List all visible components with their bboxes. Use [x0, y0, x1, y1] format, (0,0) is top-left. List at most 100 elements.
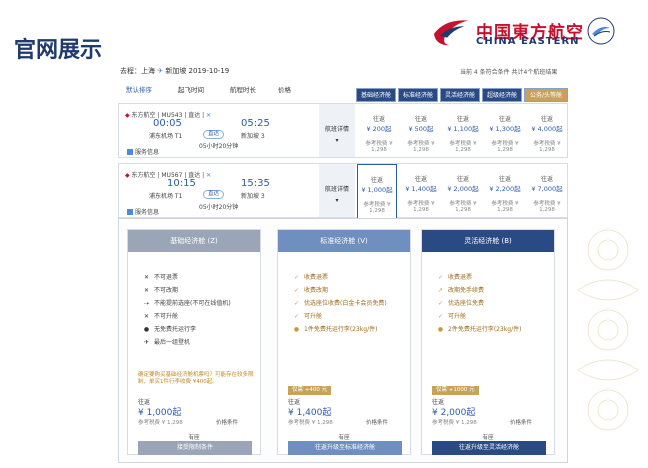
upgrade-flex-button[interactable]: 往返升级至灵活经济舱: [432, 441, 546, 455]
check-icon: ✓: [293, 313, 300, 320]
result-count: 当前 4 条符合条件 共计4个航班结果: [460, 69, 558, 76]
price-cell[interactable]: 往返 ¥ 4,000起 参考税费 ¥ 1,298: [527, 104, 567, 157]
fare-feature: ● 2件免费托运行李(23kg/件): [437, 326, 522, 333]
fare-card-flex: 灵活经济舱 (B) ✓ 收费退票 ↗ 改期免手续费 ✓ 优选座位免费 ✓ 可升舱 ● 2件…: [421, 229, 555, 455]
airline-logo-icon: ◆: [125, 112, 130, 119]
seat-availability: 有座: [338, 435, 350, 441]
fare-feature: ✈ 最后一组登机: [143, 339, 191, 346]
departure-airport: 浦东机场 T1: [149, 133, 183, 140]
price-cell[interactable]: 往返 ¥ 1,400起 参考税费 ¥ 1,298: [401, 164, 441, 217]
tab-premium-economy[interactable]: 超级经济舱: [482, 88, 522, 102]
upgrade-price-badge: 仅需 +400 元: [288, 386, 332, 395]
fare-price: ¥ 1,400起: [288, 408, 332, 418]
fare-tax: 参考税费 ¥ 1,298: [138, 420, 183, 426]
skyteam-logo-icon: [587, 17, 615, 45]
fare-card-title: 标准经济舱 (V): [278, 230, 410, 252]
flight-detail-toggle[interactable]: 航班详情 ▾: [319, 104, 355, 157]
fare-feature: ✓ 可升舱: [293, 313, 323, 320]
fare-conditions-link[interactable]: 价格条件: [510, 418, 532, 426]
check-icon: ✓: [437, 274, 444, 281]
fare-feature: ● 无免费托运行李: [143, 326, 197, 333]
tab-standard-economy[interactable]: 标准经济舱: [398, 88, 438, 102]
seat-availability: 有座: [188, 435, 200, 441]
fare-card-basic: 基础经济舱 (Z) ✕ 不可退票 ✕ 不可改期 ⇢ 不能提前选座(不可在线值机) ✕ 不…: [127, 229, 261, 455]
arrival-time: 05:25: [241, 118, 270, 129]
flight-duration: 05小时20分钟: [199, 143, 239, 150]
check-icon: ✓: [437, 313, 444, 320]
departure-time: 10:15: [167, 178, 196, 189]
fare-price: ¥ 2,000起: [432, 408, 476, 418]
fare-card-title: 基础经济舱 (Z): [128, 230, 260, 252]
slide-title: 官网展示: [14, 38, 103, 63]
china-eastern-logo-icon: [433, 20, 469, 46]
fare-feature: ⇢ 不能提前选座(不可在线值机): [143, 300, 231, 307]
direct-badge: 直达: [203, 190, 225, 199]
fare-feature: ✓ 收费退票: [293, 274, 329, 281]
decorative-pattern: [577, 229, 639, 431]
fare-feature: ✕ 不可升舱: [143, 313, 179, 320]
price-cell[interactable]: 往返 ¥ 2,200起 参考税费 ¥ 1,298: [485, 164, 525, 217]
luggage-icon: ●: [437, 326, 444, 333]
fare-tax: 参考税费 ¥ 1,298: [288, 420, 333, 426]
route-summary: 去程：上海 ✈ 新加坡 2019-10-19: [120, 67, 230, 75]
fare-card-title: 灵活经济舱 (B): [422, 230, 554, 252]
plane-icon: ✈: [143, 339, 150, 346]
fare-price: ¥ 1,000起: [138, 408, 182, 418]
fare-feature: ✕ 不可改期: [143, 287, 179, 294]
tab-flex-economy[interactable]: 灵活经济舱: [440, 88, 480, 102]
service-info-link[interactable]: 服务信息: [127, 147, 159, 156]
departure-airport: 浦东机场 T1: [149, 193, 183, 200]
luggage-icon: ●: [293, 326, 300, 333]
cross-icon: ✕: [143, 313, 150, 320]
check-icon: ✓: [437, 300, 444, 307]
fare-feature: ✓ 优选座位收费(白金卡会员免费): [293, 300, 387, 307]
flight-row[interactable]: ◆ 东方航空 | MU567 | 直达 | ✕ 10:15 15:35 浦东机场…: [118, 163, 568, 218]
check-icon: ✓: [293, 274, 300, 281]
sort-departure[interactable]: 起飞时间: [178, 84, 204, 96]
info-icon: [127, 209, 133, 215]
arrival-airport: 新加坡 3: [241, 133, 265, 140]
cross-icon: ✕: [143, 287, 150, 294]
upgrade-standard-button[interactable]: 往返升级至标准经济舱: [288, 441, 402, 455]
upgrade-price-badge: 仅需 +1000 元: [432, 386, 479, 395]
fare-feature: ✓ 收费改期: [293, 287, 329, 294]
fare-warning-note: 确定要购买基础经济舱机票吗？可能存在较多限制，单买1件行李收费 ¥400起。: [138, 372, 254, 385]
accept-restrictions-button[interactable]: 接受限制条件: [138, 441, 252, 455]
info-icon: [127, 149, 133, 155]
sort-default[interactable]: 默认排序: [126, 84, 152, 96]
price-cell[interactable]: 往返 ¥ 1,100起 参考税费 ¥ 1,298: [443, 104, 483, 157]
tab-business-first[interactable]: 公务/头等舱: [524, 88, 568, 102]
flight-row[interactable]: ◆ 东方航空 | MU543 | 直达 | ✕ 00:05 05:25 浦东机场…: [118, 103, 568, 158]
price-cell[interactable]: 往返 ¥ 7,000起 参考税费 ¥ 1,298: [527, 164, 567, 217]
tab-basic-economy[interactable]: 基础经济舱: [356, 88, 396, 102]
fare-feature: ✕ 不可退票: [143, 274, 179, 281]
direct-badge: 直达: [203, 130, 225, 139]
arrival-airport: 新加坡 3: [241, 193, 265, 200]
fare-tax: 参考税费 ¥ 1,298: [432, 420, 477, 426]
sort-price[interactable]: 价格: [278, 84, 291, 96]
brand-name-en: CHINA EASTERN: [476, 36, 580, 47]
arrival-time: 15:35: [241, 178, 270, 189]
chevron-down-icon: ▾: [335, 197, 339, 204]
price-cell[interactable]: 往返 ¥ 200起 参考税费 ¥ 1,298: [359, 104, 399, 157]
check-icon: ✓: [293, 287, 300, 294]
chevron-down-icon: ▾: [335, 137, 339, 144]
service-info-link[interactable]: 服务信息: [127, 207, 159, 216]
fare-conditions-link[interactable]: 价格条件: [366, 418, 388, 426]
arrow-icon: ↗: [437, 287, 444, 294]
fare-conditions-link[interactable]: 价格条件: [216, 418, 238, 426]
fare-feature: ↗ 改期免手续费: [437, 287, 485, 294]
airline-logo-icon: ◆: [125, 172, 130, 179]
price-cell-selected[interactable]: 往返 ¥ 1,000起 参考税费 ¥ 1,298: [357, 164, 397, 218]
fare-feature: ✓ 可升舱: [437, 313, 467, 320]
price-cell[interactable]: 往返 ¥ 500起 参考税费 ¥ 1,298: [401, 104, 441, 157]
fare-feature: ✓ 优选座位免费: [437, 300, 485, 307]
price-cell[interactable]: 往返 ¥ 1,300起 参考税费 ¥ 1,298: [485, 104, 525, 157]
seat-icon: ⇢: [143, 300, 150, 307]
flight-detail-toggle[interactable]: 航班详情 ▾: [319, 164, 355, 217]
sort-duration[interactable]: 航程时长: [230, 84, 256, 96]
flight-duration: 05小时20分钟: [199, 204, 239, 211]
price-cell[interactable]: 往返 ¥ 2,000起 参考税费 ¥ 1,298: [443, 164, 483, 217]
codeshare-icon: ✕: [206, 112, 212, 119]
codeshare-icon: ✕: [206, 172, 212, 179]
